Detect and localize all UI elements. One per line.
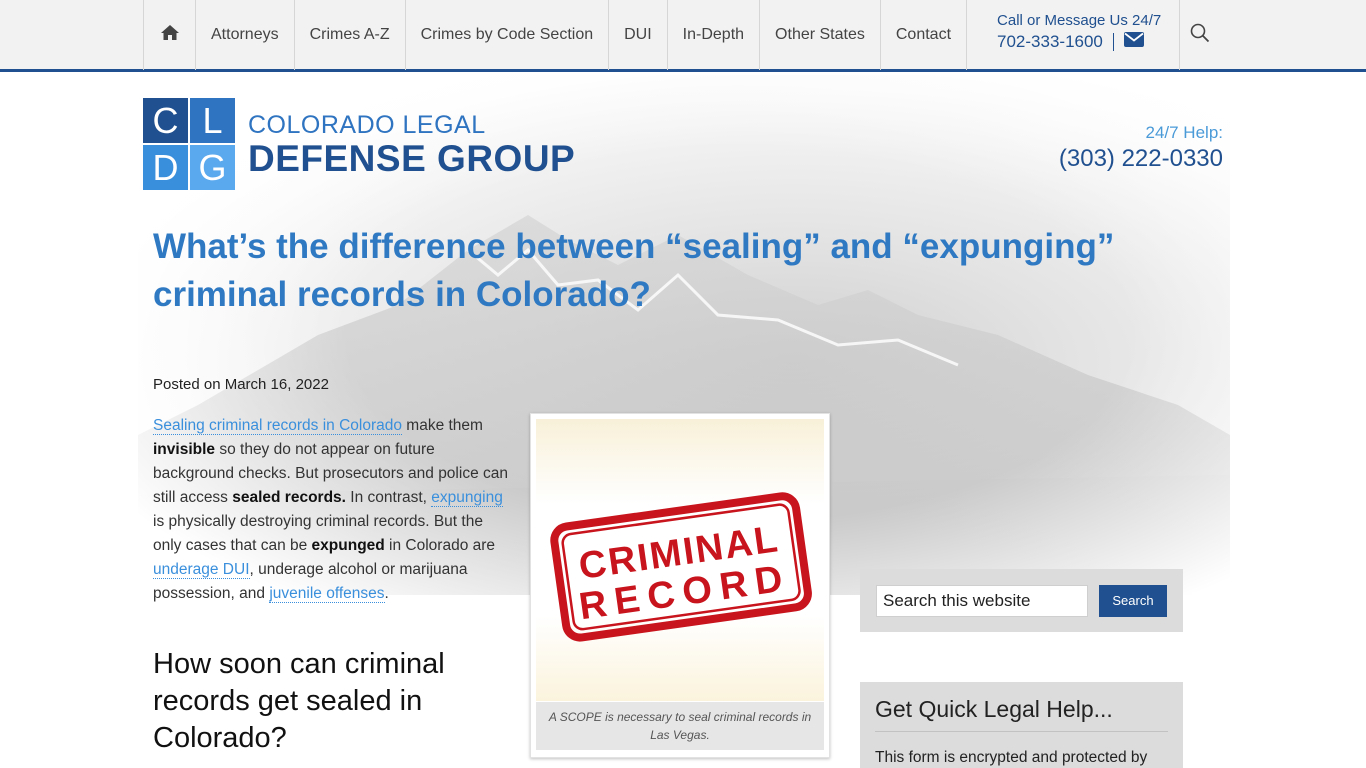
figure-caption: A SCOPE is necessary to seal criminal re… [536, 702, 824, 750]
text: . [384, 585, 389, 602]
bold-text: sealed records. [232, 489, 346, 506]
help-phone-link[interactable]: (303) 222-0330 [1059, 145, 1223, 173]
text: make them [401, 417, 483, 434]
section-heading: How soon can criminal records get sealed… [153, 648, 445, 754]
logo-line-2: DEFENSE GROUP [248, 138, 576, 179]
link-juvenile-offenses[interactable]: juvenile offenses [269, 585, 385, 603]
help-label: 24/7 Help: [1145, 123, 1224, 142]
header-help: 24/7 Help: (303) 222-0330 [1059, 123, 1223, 173]
logo-line-1: COLORADO LEGAL [248, 111, 486, 139]
logo-mark: C L D G [143, 98, 235, 190]
home-icon [160, 24, 180, 46]
nav-item-crimes-a-z[interactable]: Crimes A-Z [293, 0, 405, 70]
nav-home[interactable] [143, 0, 195, 70]
sidebar-search: Search this website Search [860, 569, 1183, 632]
page-title: What’s the difference between “sealing” … [153, 227, 1115, 314]
text: In contrast, [345, 489, 432, 506]
call-box: Call or Message Us 24/7 702-333-1600 [966, 0, 1181, 70]
bold-text: expunged [311, 537, 385, 554]
link-expunging[interactable]: expunging [431, 489, 503, 507]
link-sealing-records[interactable]: Sealing criminal records in Colorado [153, 417, 402, 435]
link-underage-dui[interactable]: underage DUI [153, 561, 250, 579]
widget-title: Get Quick Legal Help... [875, 696, 1168, 732]
logo-letter: C [143, 98, 188, 143]
call-phone-link[interactable]: 702-333-1600 [997, 32, 1103, 52]
nav-search-button[interactable] [1160, 0, 1240, 70]
nav-item-dui[interactable]: DUI [608, 0, 667, 70]
nav-item-in-depth[interactable]: In-Depth [666, 0, 759, 70]
nav-item-other-states[interactable]: Other States [759, 0, 880, 70]
bold-text: invisible [153, 441, 216, 458]
divider [1112, 33, 1114, 51]
widget-text: This form is encrypted and protected by [875, 749, 1148, 766]
nav-item-crimes-by-code-section[interactable]: Crimes by Code Section [404, 0, 609, 70]
search-button[interactable]: Search [1099, 584, 1167, 617]
search-input[interactable]: Search this website [876, 584, 1088, 617]
site-logo[interactable]: C L D G COLORADO LEGAL DEFENSE GROUP [143, 98, 575, 190]
call-label: Call or Message Us 24/7 [997, 12, 1162, 29]
logo-letter: L [190, 98, 235, 143]
search-icon [1190, 23, 1210, 48]
top-navigation: Attorneys Crimes A-Z Crimes by Code Sect… [0, 0, 1366, 72]
article-figure: CRIMINAL RECORD A SCOPE is necessary to … [530, 413, 830, 758]
intro-paragraph: Sealing criminal records in Colorado mak… [153, 414, 515, 606]
nav-item-attorneys[interactable]: Attorneys [195, 0, 294, 70]
post-date: Posted on March 16, 2022 [153, 376, 329, 393]
logo-letter: G [190, 145, 235, 190]
quick-legal-help-widget: Get Quick Legal Help... This form is enc… [860, 682, 1183, 768]
logo-letter: D [143, 145, 188, 190]
text: in Colorado are [384, 537, 496, 554]
nav-item-contact[interactable]: Contact [879, 0, 966, 70]
envelope-icon[interactable] [1123, 32, 1144, 52]
criminal-record-stamp-image: CRIMINAL RECORD [536, 419, 824, 701]
nav-menu: Attorneys Crimes A-Z Crimes by Code Sect… [143, 0, 1181, 70]
